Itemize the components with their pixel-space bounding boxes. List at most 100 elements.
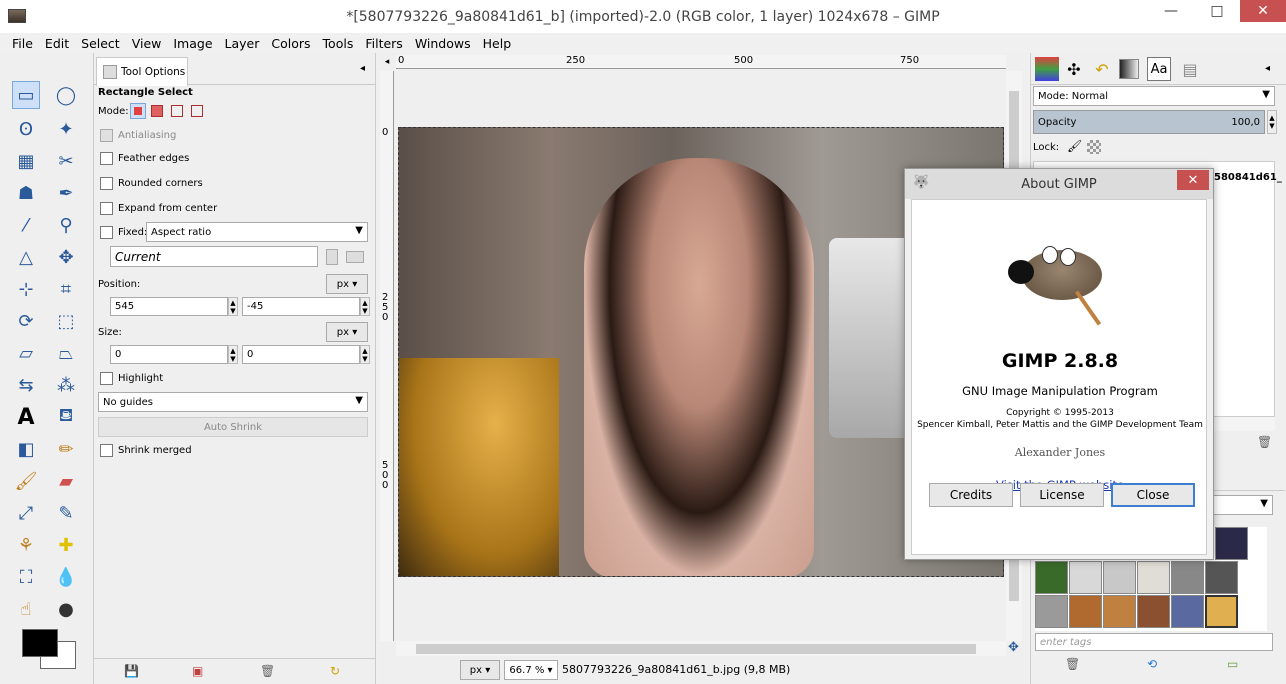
flip-icon[interactable]: ⇆ <box>12 371 40 399</box>
maximize-button[interactable]: □ <box>1194 0 1240 22</box>
menu-tools[interactable]: Tools <box>323 36 354 51</box>
position-y-field[interactable]: -45 <box>242 297 360 316</box>
menu-help[interactable]: Help <box>483 36 512 51</box>
position-x-field[interactable]: 545 <box>110 297 228 316</box>
fonts-tab-icon[interactable]: Aa <box>1147 57 1171 81</box>
fuzzy-select-icon[interactable]: ✦ <box>52 115 80 143</box>
menu-view[interactable]: View <box>132 36 162 51</box>
perspective-clone-icon[interactable]: ⛶ <box>12 563 40 591</box>
delete-pattern-icon[interactable]: 🗑 <box>1065 657 1080 671</box>
tags-input[interactable]: enter tags <box>1035 633 1273 651</box>
menu-image[interactable]: Image <box>173 36 212 51</box>
landscape-icon[interactable] <box>346 251 364 263</box>
menu-windows[interactable]: Windows <box>415 36 471 51</box>
menu-layer[interactable]: Layer <box>225 36 260 51</box>
gradient-tab-icon[interactable] <box>1119 59 1139 79</box>
ellipse-select-icon[interactable]: ◯ <box>52 81 80 109</box>
size-width-stepper[interactable]: ▲ ▼ <box>228 345 238 364</box>
menu-filters[interactable]: Filters <box>365 36 402 51</box>
pattern-tile[interactable] <box>1137 595 1170 628</box>
guides-select[interactable]: No guides ▼ <box>98 392 368 412</box>
tab-tool-options[interactable]: Tool Options <box>96 57 188 86</box>
close-button[interactable]: Close <box>1111 483 1195 507</box>
delete-layer-icon[interactable]: 🗑 <box>1257 435 1272 449</box>
pattern-tile[interactable] <box>1069 561 1102 594</box>
portrait-icon[interactable] <box>326 249 338 265</box>
horizontal-scrollbar-thumb[interactable] <box>416 644 976 654</box>
text-tool-icon[interactable]: A <box>12 403 40 431</box>
pattern-tile[interactable] <box>1171 595 1204 628</box>
crop-icon[interactable]: ⌗ <box>52 275 80 303</box>
channels-tab-icon[interactable]: ✣ <box>1061 57 1087 81</box>
highlight-checkbox[interactable] <box>100 372 113 385</box>
size-unit-select[interactable]: px ▾ <box>326 322 368 342</box>
size-height-field[interactable]: 0 <box>242 345 360 364</box>
refresh-patterns-icon[interactable]: ⟲ <box>1147 657 1157 671</box>
heal-icon[interactable]: ✚ <box>52 531 80 559</box>
undo-history-tab-icon[interactable]: ↶ <box>1089 57 1115 81</box>
antialiasing-checkbox[interactable] <box>100 129 113 142</box>
lock-pixels-icon[interactable]: 🖌 <box>1067 139 1082 153</box>
save-options-icon[interactable]: 💾 <box>124 664 139 678</box>
feather-edges-checkbox[interactable] <box>100 152 113 165</box>
free-select-icon[interactable]: ʘ <box>12 115 40 143</box>
fixed-checkbox[interactable] <box>100 226 113 239</box>
menu-file[interactable]: File <box>12 36 33 51</box>
layers-tab-icon[interactable] <box>1035 57 1059 81</box>
shrink-merged-checkbox[interactable] <box>100 444 113 457</box>
menu-colors[interactable]: Colors <box>271 36 310 51</box>
size-height-stepper[interactable]: ▲ ▼ <box>360 345 370 364</box>
blend-icon[interactable]: ◧ <box>12 435 40 463</box>
size-width-field[interactable]: 0 <box>110 345 228 364</box>
airbrush-icon[interactable]: ⤢ <box>12 499 40 527</box>
ink-icon[interactable]: ✎ <box>52 499 80 527</box>
fixed-mode-select[interactable]: Aspect ratio ▼ <box>146 222 368 242</box>
clone-icon[interactable]: ⚘ <box>12 531 40 559</box>
layer-mode-select[interactable]: Mode: Normal ▼ <box>1033 86 1275 106</box>
panel-menu-icon[interactable]: ◂ <box>360 63 365 74</box>
pattern-tile[interactable] <box>1035 561 1068 594</box>
menu-edit[interactable]: Edit <box>45 36 69 51</box>
auto-shrink-button[interactable]: Auto Shrink <box>98 417 368 437</box>
open-folder-icon[interactable]: ▭ <box>1227 657 1238 671</box>
scale-icon[interactable]: ⬚ <box>52 307 80 335</box>
shear-icon[interactable]: ▱ <box>12 339 40 367</box>
paths-icon[interactable]: ✒ <box>52 179 80 207</box>
pattern-tile[interactable] <box>1069 595 1102 628</box>
about-close-x-button[interactable]: ✕ <box>1177 170 1209 190</box>
restore-options-icon[interactable]: ▣ <box>192 664 203 678</box>
quick-mask-menu-icon[interactable]: ◂ <box>380 55 394 69</box>
pattern-tile[interactable] <box>1171 561 1204 594</box>
smudge-icon[interactable]: ☝ <box>12 595 40 623</box>
pattern-tile[interactable] <box>1103 595 1136 628</box>
measure-icon[interactable]: △ <box>12 243 40 271</box>
foreground-color-swatch[interactable] <box>22 629 58 657</box>
lock-alpha-icon[interactable] <box>1087 140 1101 154</box>
pattern-tile[interactable] <box>1035 595 1068 628</box>
delete-options-icon[interactable]: 🗑 <box>260 664 275 678</box>
opacity-slider[interactable]: Opacity 100,0 <box>1033 110 1265 134</box>
scissors-icon[interactable]: ✂ <box>52 147 80 175</box>
mode-add-icon[interactable] <box>151 105 163 117</box>
dock-menu-icon[interactable]: ◂ <box>1265 63 1270 74</box>
paintbrush-icon[interactable]: 🖌 <box>12 467 40 495</box>
expand-from-center-checkbox[interactable] <box>100 202 113 215</box>
select-by-color-icon[interactable]: ▦ <box>12 147 40 175</box>
foreground-select-icon[interactable]: ☗ <box>12 179 40 207</box>
pattern-tile[interactable] <box>1215 527 1248 560</box>
rotate-icon[interactable]: ⟳ <box>12 307 40 335</box>
position-y-stepper[interactable]: ▲ ▼ <box>360 297 370 316</box>
status-unit-select[interactable]: px ▾ <box>460 660 500 680</box>
color-picker-icon[interactable]: ⁄ <box>12 211 40 239</box>
mode-replace-icon[interactable] <box>130 103 146 119</box>
credits-button[interactable]: Credits <box>929 483 1013 507</box>
zoom-select[interactable]: 66.7 % ▾ <box>504 660 558 680</box>
pattern-tile-selected[interactable] <box>1205 595 1238 628</box>
bucket-fill-icon[interactable]: ⛾ <box>52 403 80 431</box>
pattern-tile[interactable] <box>1205 561 1238 594</box>
close-window-button[interactable]: ✕ <box>1240 0 1286 22</box>
opacity-stepper[interactable]: ▲ ▼ <box>1267 110 1277 134</box>
dodge-burn-icon[interactable]: ● <box>52 595 80 623</box>
move-icon[interactable]: ✥ <box>52 243 80 271</box>
navigate-icon[interactable]: ✥ <box>1008 640 1019 655</box>
